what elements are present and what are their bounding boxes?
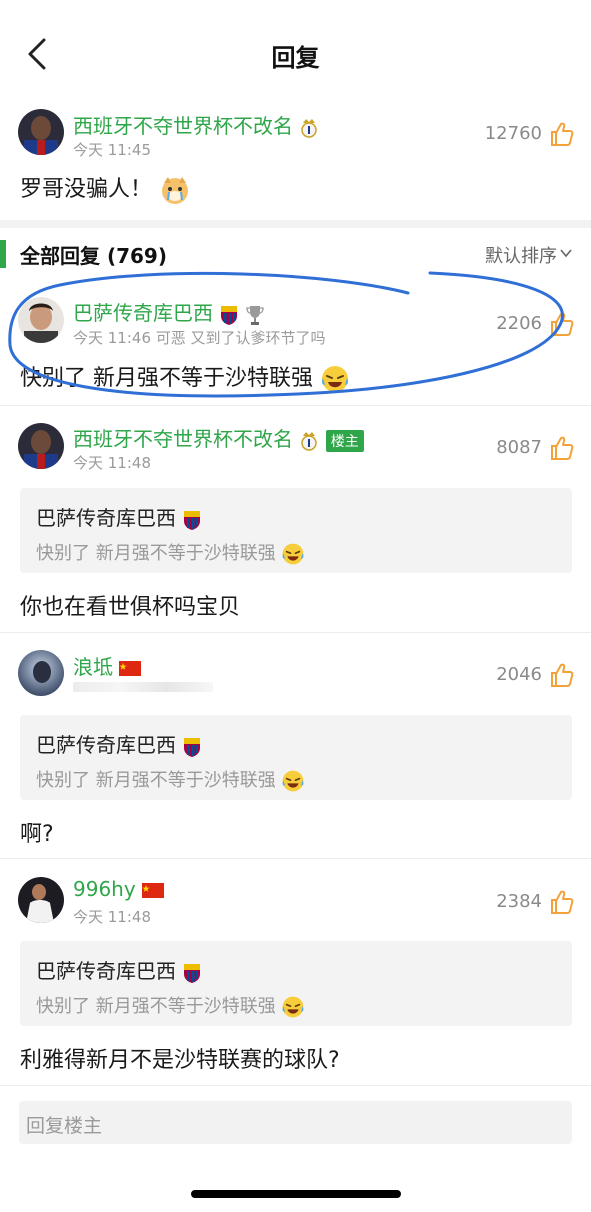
row-divider <box>0 858 591 859</box>
reply-like-count: 2384 <box>496 891 542 912</box>
op-tag-badge: 楼主 <box>325 429 364 452</box>
reply-text: 啊? <box>20 822 54 847</box>
avatar[interactable] <box>18 650 64 696</box>
nav-bar: 回复 <box>0 0 591 105</box>
accent-bar <box>0 240 6 268</box>
thumb-up-icon[interactable] <box>549 435 575 461</box>
replies-count-label: 全部回复 (769) <box>20 244 167 268</box>
avatar[interactable] <box>18 109 64 155</box>
quoted-text: 快别了 新月强不等于沙特联强 <box>36 992 305 1019</box>
quoted-username: 巴萨传奇库巴西 <box>36 729 202 758</box>
thumb-up-icon[interactable] <box>549 121 575 147</box>
quoted-text: 快别了 新月强不等于沙特联强 <box>36 766 305 793</box>
home-indicator[interactable] <box>191 1190 401 1198</box>
real-madrid-crest-icon <box>301 118 318 138</box>
reply-timestamp: 今天 11:48 <box>73 454 151 472</box>
crying-doge-emoji-icon <box>162 177 189 204</box>
china-flag-icon <box>142 883 165 898</box>
reply-text: 你也在看世俱杯吗宝贝 <box>20 595 241 620</box>
redacted-timestamp <box>73 682 213 692</box>
thumb-up-icon[interactable] <box>549 889 575 915</box>
reply-username[interactable]: 浪坻 <box>73 651 142 680</box>
row-divider <box>0 1085 591 1086</box>
op-like-count: 12760 <box>484 123 542 144</box>
thumb-up-icon[interactable] <box>549 311 575 337</box>
replies-header: 全部回复 (769) 默认排序 <box>0 237 591 271</box>
sort-dropdown[interactable]: 默认排序 <box>485 242 557 268</box>
chevron-down-icon[interactable] <box>559 246 573 260</box>
avatar[interactable] <box>18 297 64 343</box>
quoted-reply[interactable]: 巴萨传奇库巴西 快别了 新月强不等于沙特联强 <box>20 488 572 573</box>
laughing-crying-emoji-icon <box>321 366 349 392</box>
trophy-icon <box>246 305 264 325</box>
reply-like-count: 2046 <box>496 664 542 685</box>
quoted-username: 巴萨传奇库巴西 <box>36 502 202 531</box>
reply-username[interactable]: 西班牙不夺世界杯不改名 楼主 <box>73 423 364 452</box>
op-text: 罗哥没骗人！ <box>20 171 191 206</box>
laughing-crying-emoji-icon <box>283 543 304 565</box>
reply-username[interactable]: 996hy <box>73 877 165 901</box>
laughing-crying-emoji-icon <box>283 996 304 1018</box>
barcelona-crest-icon <box>184 737 201 757</box>
op-username[interactable]: 西班牙不夺世界杯不改名 <box>73 110 319 139</box>
laughing-crying-emoji-icon <box>283 770 304 792</box>
reply-timestamp: 今天 11:48 <box>73 908 151 926</box>
row-divider <box>0 405 591 406</box>
reply-input-placeholder: 回复楼主 <box>26 1115 103 1137</box>
quoted-reply[interactable]: 巴萨传奇库巴西 快别了 新月强不等于沙特联强 <box>20 715 572 800</box>
real-madrid-crest-icon <box>301 431 318 451</box>
section-divider <box>0 220 591 228</box>
barcelona-crest-icon <box>184 510 201 530</box>
avatar[interactable] <box>18 877 64 923</box>
reply-username[interactable]: 巴萨传奇库巴西 <box>73 297 264 326</box>
row-divider <box>0 632 591 633</box>
thumb-up-icon[interactable] <box>549 662 575 688</box>
quoted-username: 巴萨传奇库巴西 <box>36 955 202 984</box>
reply-like-count: 2206 <box>496 313 542 334</box>
quoted-text: 快别了 新月强不等于沙特联强 <box>36 539 305 566</box>
op-timestamp: 今天 11:45 <box>73 141 151 159</box>
reply-text: 快别了 新月强不等于沙特联强 <box>20 360 350 394</box>
reply-timestamp: 今天 11:46 可恶 又到了认爹环节了吗 <box>73 329 326 347</box>
china-flag-icon <box>119 661 142 676</box>
avatar[interactable] <box>18 423 64 469</box>
page-title: 回复 <box>271 44 320 72</box>
reply-like-count: 8087 <box>496 437 542 458</box>
barcelona-crest-icon <box>184 963 201 983</box>
quoted-reply[interactable]: 巴萨传奇库巴西 快别了 新月强不等于沙特联强 <box>20 941 572 1026</box>
reply-text: 利雅得新月不是沙特联赛的球队? <box>20 1048 340 1073</box>
barcelona-crest-icon <box>221 305 238 325</box>
reply-input[interactable]: 回复楼主 <box>19 1101 572 1144</box>
